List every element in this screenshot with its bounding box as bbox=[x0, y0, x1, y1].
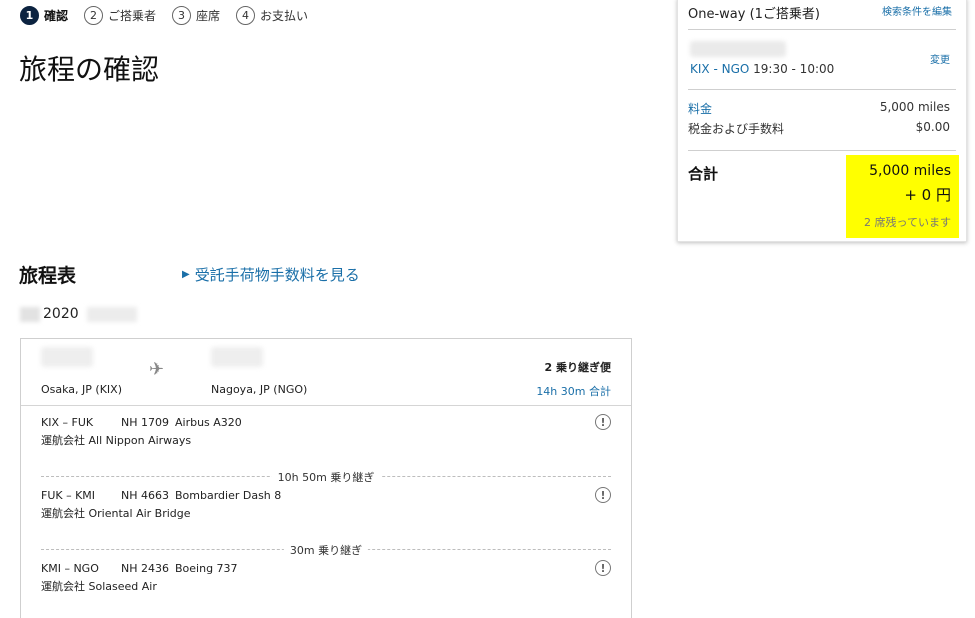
blurred-departure-time bbox=[41, 347, 93, 367]
flight-segment: KIX – FUK NH 1709 Airbus A320 運航会社 All N… bbox=[41, 414, 611, 448]
step-seats[interactable]: 3 座席 bbox=[172, 6, 220, 25]
info-icon[interactable]: ! bbox=[595, 487, 611, 503]
itinerary-title: 旅程表 bbox=[19, 265, 77, 287]
segment-operator: 運航会社 All Nippon Airways bbox=[41, 434, 192, 447]
flight-segment: KMI – NGO NH 2436 Boeing 737 運航会社 Solase… bbox=[41, 560, 611, 594]
segment-flight-number: NH 2436 bbox=[121, 562, 169, 575]
segment-flight-number: NH 4663 bbox=[121, 489, 169, 502]
progress-stepper: 1 確認 2 ご搭乗者 3 座席 4 お支払い bbox=[20, 6, 324, 25]
route-codes: KIX - NGO bbox=[690, 62, 750, 76]
route-times: 19:30 - 10:00 bbox=[753, 62, 835, 76]
baggage-fees-link[interactable]: ▶ 受託手荷物手数料を見る bbox=[182, 264, 360, 285]
flight-year: 2020 bbox=[43, 306, 79, 322]
flight-details-card: Osaka, JP (KIX) ✈ Nagoya, JP (NGO) 2 乗り継… bbox=[20, 338, 632, 618]
connection-count: 2 乗り継ぎ便 bbox=[544, 361, 611, 374]
step-label: お支払い bbox=[260, 9, 309, 23]
segment-operator: 運航会社 Oriental Air Bridge bbox=[41, 507, 191, 520]
step-payment[interactable]: 4 お支払い bbox=[236, 6, 308, 25]
segment-route: FUK – KMI bbox=[41, 489, 96, 502]
fare-value: 5,000 miles bbox=[879, 100, 950, 114]
trip-type: One-way (1ご搭乗者) bbox=[688, 7, 820, 22]
origin-city: Osaka, JP (KIX) bbox=[41, 383, 122, 396]
trip-summary-card: One-way (1ご搭乗者) 検索条件を編集 KIX - NGO 19:30 … bbox=[677, 0, 967, 242]
segment-aircraft: Bombardier Dash 8 bbox=[175, 489, 282, 502]
segment-route: KIX – FUK bbox=[41, 416, 94, 429]
flight-date: 2020 bbox=[20, 306, 137, 322]
fare-label[interactable]: 料金 bbox=[688, 100, 712, 117]
layover-duration: 30m 乗り継ぎ bbox=[283, 542, 369, 558]
layover-divider: 10h 50m 乗り継ぎ bbox=[41, 469, 611, 485]
segment-route: KMI – NGO bbox=[41, 562, 99, 575]
total-yen: + 0 円 bbox=[904, 186, 951, 204]
airplane-icon: ✈ bbox=[149, 359, 165, 380]
flight-card-header: Osaka, JP (KIX) ✈ Nagoya, JP (NGO) 2 乗り継… bbox=[21, 339, 631, 406]
taxes-value: $0.00 bbox=[915, 120, 950, 134]
segment-aircraft: Airbus A320 bbox=[175, 416, 242, 429]
segment-aircraft: Boeing 737 bbox=[175, 562, 238, 575]
fare-row: 料金 5,000 miles bbox=[688, 100, 950, 117]
total-highlight: 5,000 miles + 0 円 2 席残っています bbox=[846, 155, 959, 238]
step-number: 1 bbox=[20, 6, 39, 25]
total-miles: 5,000 miles bbox=[869, 163, 951, 179]
info-icon[interactable]: ! bbox=[595, 414, 611, 430]
edit-search-link[interactable]: 検索条件を編集 bbox=[882, 3, 952, 18]
total-duration[interactable]: 14h 30m 合計 bbox=[536, 383, 611, 399]
divider bbox=[688, 29, 956, 30]
taxes-row: 税金および手数料 $0.00 bbox=[688, 120, 950, 137]
divider bbox=[688, 150, 956, 151]
page-title: 旅程の確認 bbox=[19, 53, 160, 86]
summary-route: KIX - NGO 19:30 - 10:00 bbox=[690, 62, 834, 76]
baggage-fees-label: 受託手荷物手数料を見る bbox=[194, 266, 360, 284]
layover-duration: 10h 50m 乗り継ぎ bbox=[271, 469, 381, 485]
info-icon[interactable]: ! bbox=[595, 560, 611, 576]
step-number: 4 bbox=[236, 6, 256, 25]
step-label: 座席 bbox=[196, 9, 221, 23]
segment-flight-number: NH 1709 bbox=[121, 416, 169, 429]
step-number: 3 bbox=[172, 6, 192, 25]
blurred-date bbox=[690, 41, 786, 57]
blurred-date-part bbox=[20, 306, 40, 322]
flight-segment: FUK – KMI NH 4663 Bombardier Dash 8 運航会社… bbox=[41, 487, 611, 521]
blurred-date-part bbox=[86, 306, 137, 322]
seats-remaining: 2 席残っています bbox=[864, 216, 951, 229]
triangle-right-icon: ▶ bbox=[182, 269, 190, 280]
step-label: ご搭乗者 bbox=[108, 9, 157, 23]
step-number: 2 bbox=[84, 6, 104, 25]
step-confirm[interactable]: 1 確認 bbox=[20, 6, 68, 25]
segment-operator: 運航会社 Solaseed Air bbox=[41, 580, 157, 593]
step-passengers[interactable]: 2 ご搭乗者 bbox=[84, 6, 156, 25]
change-flight-link[interactable]: 変更 bbox=[930, 51, 950, 66]
taxes-label: 税金および手数料 bbox=[688, 122, 785, 136]
step-label: 確認 bbox=[44, 9, 69, 23]
total-label: 合計 bbox=[688, 165, 719, 183]
destination-city: Nagoya, JP (NGO) bbox=[211, 383, 308, 396]
divider bbox=[688, 89, 956, 90]
blurred-arrival-time bbox=[211, 347, 263, 367]
layover-divider: 30m 乗り継ぎ bbox=[41, 542, 611, 558]
